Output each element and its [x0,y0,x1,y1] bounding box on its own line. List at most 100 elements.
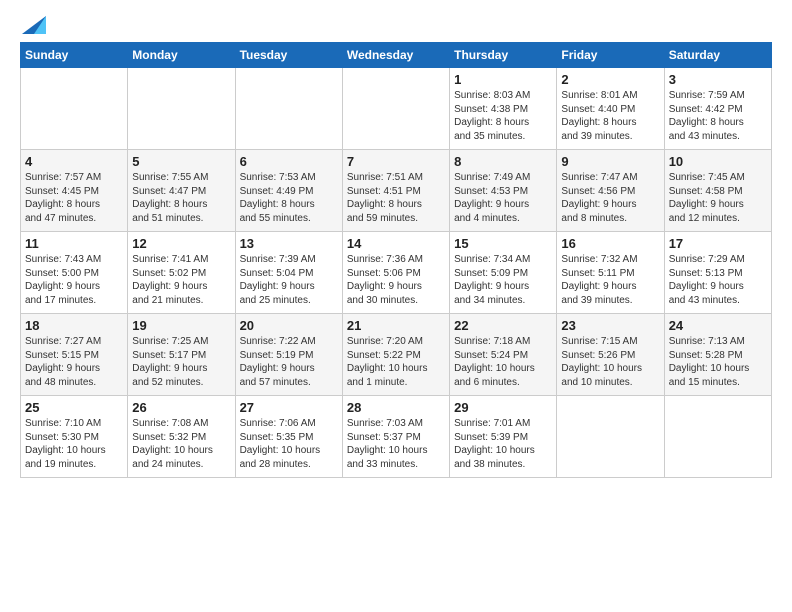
calendar-cell: 27 Sunrise: 7:06 AM Sunset: 5:35 PM Dayli… [235,396,342,478]
weekday-header: Monday [128,43,235,68]
calendar-cell: 20 Sunrise: 7:22 AM Sunset: 5:19 PM Dayli… [235,314,342,396]
calendar-cell: 8 Sunrise: 7:49 AM Sunset: 4:53 PM Daylig… [450,150,557,232]
day-info: Sunrise: 7:06 AM Sunset: 5:35 PM Dayligh… [240,417,338,471]
calendar-week-row: 25 Sunrise: 7:10 AM Sunset: 5:30 PM Dayli… [21,396,772,478]
calendar-cell: 28 Sunrise: 7:03 AM Sunset: 5:37 PM Dayli… [342,396,449,478]
day-number: 29 [454,400,552,415]
calendar-cell: 24Sunrise: 7:13 AM Sunset: 5:28 PM Dayli… [664,314,771,396]
day-number: 20 [240,318,338,333]
day-number: 1 [454,72,552,87]
calendar-week-row: 4 Sunrise: 7:57 AM Sunset: 4:45 PM Daylig… [21,150,772,232]
calendar-cell: 29 Sunrise: 7:01 AM Sunset: 5:39 PM Dayli… [450,396,557,478]
day-info: Sunrise: 7:22 AM Sunset: 5:19 PM Dayligh… [240,335,338,389]
day-info: Sunrise: 8:03 AM Sunset: 4:38 PM Dayligh… [454,89,552,143]
day-number: 8 [454,154,552,169]
day-info: Sunrise: 7:03 AM Sunset: 5:37 PM Dayligh… [347,417,445,471]
day-number: 12 [132,236,230,251]
page: SundayMondayTuesdayWednesdayThursdayFrid… [0,0,792,488]
day-number: 6 [240,154,338,169]
calendar-table: SundayMondayTuesdayWednesdayThursdayFrid… [20,42,772,478]
day-number: 9 [561,154,659,169]
logo-icon [22,16,46,34]
calendar-cell: 10 Sunrise: 7:45 AM Sunset: 4:58 PM Dayli… [664,150,771,232]
calendar-cell: 23 Sunrise: 7:15 AM Sunset: 5:26 PM Dayli… [557,314,664,396]
calendar-cell: 16 Sunrise: 7:32 AM Sunset: 5:11 PM Dayli… [557,232,664,314]
calendar-cell: 9 Sunrise: 7:47 AM Sunset: 4:56 PM Daylig… [557,150,664,232]
day-number: 27 [240,400,338,415]
day-number: 4 [25,154,123,169]
calendar-cell: 14 Sunrise: 7:36 AM Sunset: 5:06 PM Dayli… [342,232,449,314]
day-info: Sunrise: 7:10 AM Sunset: 5:30 PM Dayligh… [25,417,123,471]
day-number: 2 [561,72,659,87]
day-info: Sunrise: 7:36 AM Sunset: 5:06 PM Dayligh… [347,253,445,307]
day-info: Sunrise: 7:20 AM Sunset: 5:22 PM Dayligh… [347,335,445,389]
calendar-cell [557,396,664,478]
day-number: 28 [347,400,445,415]
day-number: 22 [454,318,552,333]
calendar-cell: 22 Sunrise: 7:18 AM Sunset: 5:24 PM Dayli… [450,314,557,396]
day-info: Sunrise: 8:01 AM Sunset: 4:40 PM Dayligh… [561,89,659,143]
day-info: Sunrise: 7:49 AM Sunset: 4:53 PM Dayligh… [454,171,552,225]
calendar-cell: 7 Sunrise: 7:51 AM Sunset: 4:51 PM Daylig… [342,150,449,232]
day-info: Sunrise: 7:13 AM Sunset: 5:28 PM Dayligh… [669,335,767,389]
calendar-cell: 1 Sunrise: 8:03 AM Sunset: 4:38 PM Daylig… [450,68,557,150]
calendar-week-row: 11 Sunrise: 7:43 AM Sunset: 5:00 PM Dayli… [21,232,772,314]
calendar-cell: 3Sunrise: 7:59 AM Sunset: 4:42 PM Daylig… [664,68,771,150]
day-info: Sunrise: 7:15 AM Sunset: 5:26 PM Dayligh… [561,335,659,389]
day-info: Sunrise: 7:25 AM Sunset: 5:17 PM Dayligh… [132,335,230,389]
calendar-cell: 17Sunrise: 7:29 AM Sunset: 5:13 PM Dayli… [664,232,771,314]
day-info: Sunrise: 7:27 AM Sunset: 5:15 PM Dayligh… [25,335,123,389]
calendar-cell: 12Sunrise: 7:41 AM Sunset: 5:02 PM Dayli… [128,232,235,314]
calendar-cell: 18 Sunrise: 7:27 AM Sunset: 5:15 PM Dayli… [21,314,128,396]
day-number: 16 [561,236,659,251]
day-number: 10 [669,154,767,169]
calendar-cell: 2 Sunrise: 8:01 AM Sunset: 4:40 PM Daylig… [557,68,664,150]
calendar-week-row: 18 Sunrise: 7:27 AM Sunset: 5:15 PM Dayli… [21,314,772,396]
calendar-cell: 25 Sunrise: 7:10 AM Sunset: 5:30 PM Dayli… [21,396,128,478]
calendar-cell [235,68,342,150]
calendar-cell: 26Sunrise: 7:08 AM Sunset: 5:32 PM Dayli… [128,396,235,478]
day-info: Sunrise: 7:39 AM Sunset: 5:04 PM Dayligh… [240,253,338,307]
day-number: 3 [669,72,767,87]
day-number: 26 [132,400,230,415]
day-info: Sunrise: 7:51 AM Sunset: 4:51 PM Dayligh… [347,171,445,225]
day-number: 7 [347,154,445,169]
day-info: Sunrise: 7:53 AM Sunset: 4:49 PM Dayligh… [240,171,338,225]
day-number: 5 [132,154,230,169]
day-number: 15 [454,236,552,251]
day-info: Sunrise: 7:45 AM Sunset: 4:58 PM Dayligh… [669,171,767,225]
calendar-cell: 15 Sunrise: 7:34 AM Sunset: 5:09 PM Dayli… [450,232,557,314]
calendar-cell [21,68,128,150]
day-info: Sunrise: 7:47 AM Sunset: 4:56 PM Dayligh… [561,171,659,225]
day-info: Sunrise: 7:55 AM Sunset: 4:47 PM Dayligh… [132,171,230,225]
calendar-cell: 13 Sunrise: 7:39 AM Sunset: 5:04 PM Dayli… [235,232,342,314]
day-info: Sunrise: 7:34 AM Sunset: 5:09 PM Dayligh… [454,253,552,307]
weekday-header: Thursday [450,43,557,68]
day-info: Sunrise: 7:18 AM Sunset: 5:24 PM Dayligh… [454,335,552,389]
day-info: Sunrise: 7:01 AM Sunset: 5:39 PM Dayligh… [454,417,552,471]
calendar-cell: 5 Sunrise: 7:55 AM Sunset: 4:47 PM Daylig… [128,150,235,232]
weekday-header: Tuesday [235,43,342,68]
day-number: 23 [561,318,659,333]
day-info: Sunrise: 7:57 AM Sunset: 4:45 PM Dayligh… [25,171,123,225]
weekday-header: Wednesday [342,43,449,68]
day-info: Sunrise: 7:43 AM Sunset: 5:00 PM Dayligh… [25,253,123,307]
calendar-cell: 4 Sunrise: 7:57 AM Sunset: 4:45 PM Daylig… [21,150,128,232]
weekday-header: Friday [557,43,664,68]
weekday-header: Sunday [21,43,128,68]
day-number: 25 [25,400,123,415]
calendar-cell: 6 Sunrise: 7:53 AM Sunset: 4:49 PM Daylig… [235,150,342,232]
day-number: 18 [25,318,123,333]
calendar-cell: 19Sunrise: 7:25 AM Sunset: 5:17 PM Dayli… [128,314,235,396]
day-number: 14 [347,236,445,251]
calendar-cell: 11 Sunrise: 7:43 AM Sunset: 5:00 PM Dayli… [21,232,128,314]
header-area [20,16,772,34]
day-info: Sunrise: 7:32 AM Sunset: 5:11 PM Dayligh… [561,253,659,307]
logo [20,16,46,34]
calendar-cell [128,68,235,150]
calendar-cell [664,396,771,478]
day-number: 21 [347,318,445,333]
day-number: 11 [25,236,123,251]
day-number: 13 [240,236,338,251]
weekday-header-row: SundayMondayTuesdayWednesdayThursdayFrid… [21,43,772,68]
